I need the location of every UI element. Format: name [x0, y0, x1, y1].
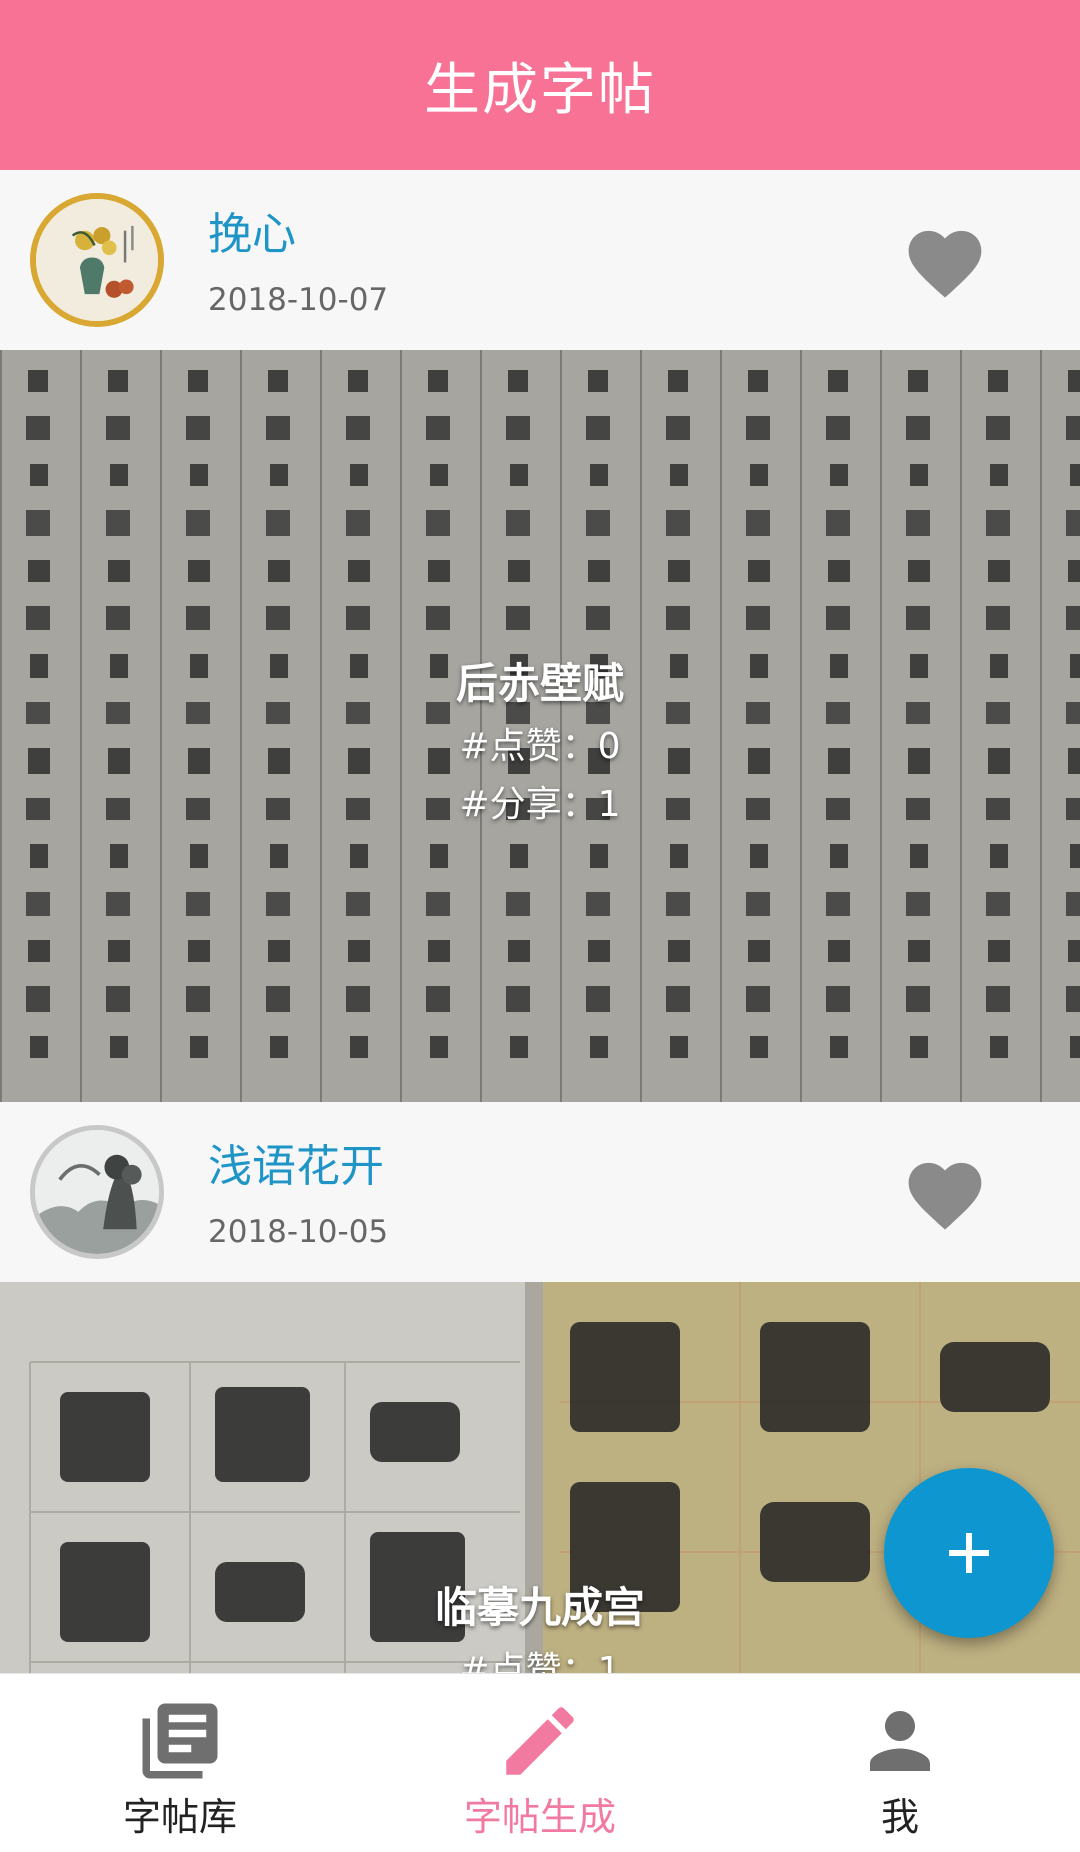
library-books-icon — [135, 1696, 225, 1786]
author-name[interactable]: 浅语花开 — [208, 1130, 384, 1194]
heart-icon[interactable] — [900, 1152, 990, 1232]
post-date: 2018-10-05 — [208, 1214, 389, 1250]
shares-count: #分享：1 — [459, 784, 621, 825]
likes-count: #点赞：1 — [459, 1650, 621, 1673]
heart-icon[interactable] — [900, 220, 990, 300]
post-header[interactable]: 浅语花开 2018-10-05 — [0, 1102, 1080, 1282]
tab-library[interactable]: 字帖库 — [0, 1674, 360, 1852]
add-button[interactable] — [884, 1468, 1054, 1638]
tab-generate[interactable]: 字帖生成 — [360, 1674, 720, 1852]
post-header[interactable]: 挽心 2018-10-07 — [0, 170, 1080, 350]
plus-icon — [949, 1533, 989, 1573]
avatar[interactable] — [30, 193, 164, 327]
post-title: 后赤壁赋 — [455, 659, 624, 708]
bottom-navigation: 字帖库 字帖生成 我 — [0, 1673, 1080, 1852]
tab-label: 我 — [880, 1795, 919, 1839]
person-icon — [855, 1696, 945, 1786]
page-title: 生成字帖 — [424, 57, 656, 123]
post-image[interactable]: 后赤壁赋 #点赞：0 #分享：1 — [0, 350, 1080, 1102]
post-date: 2018-10-07 — [208, 282, 389, 318]
avatar[interactable] — [30, 1125, 164, 1259]
post-overlay: 后赤壁赋 #点赞：0 #分享：1 — [0, 650, 1080, 827]
likes-count: #点赞：0 — [459, 726, 621, 767]
app-header: 生成字帖 — [0, 0, 1080, 170]
pencil-icon — [495, 1696, 585, 1786]
tab-label: 字帖库 — [122, 1795, 237, 1839]
tab-me[interactable]: 我 — [720, 1674, 1080, 1852]
tab-label: 字帖生成 — [463, 1795, 616, 1839]
author-name[interactable]: 挽心 — [208, 198, 296, 262]
